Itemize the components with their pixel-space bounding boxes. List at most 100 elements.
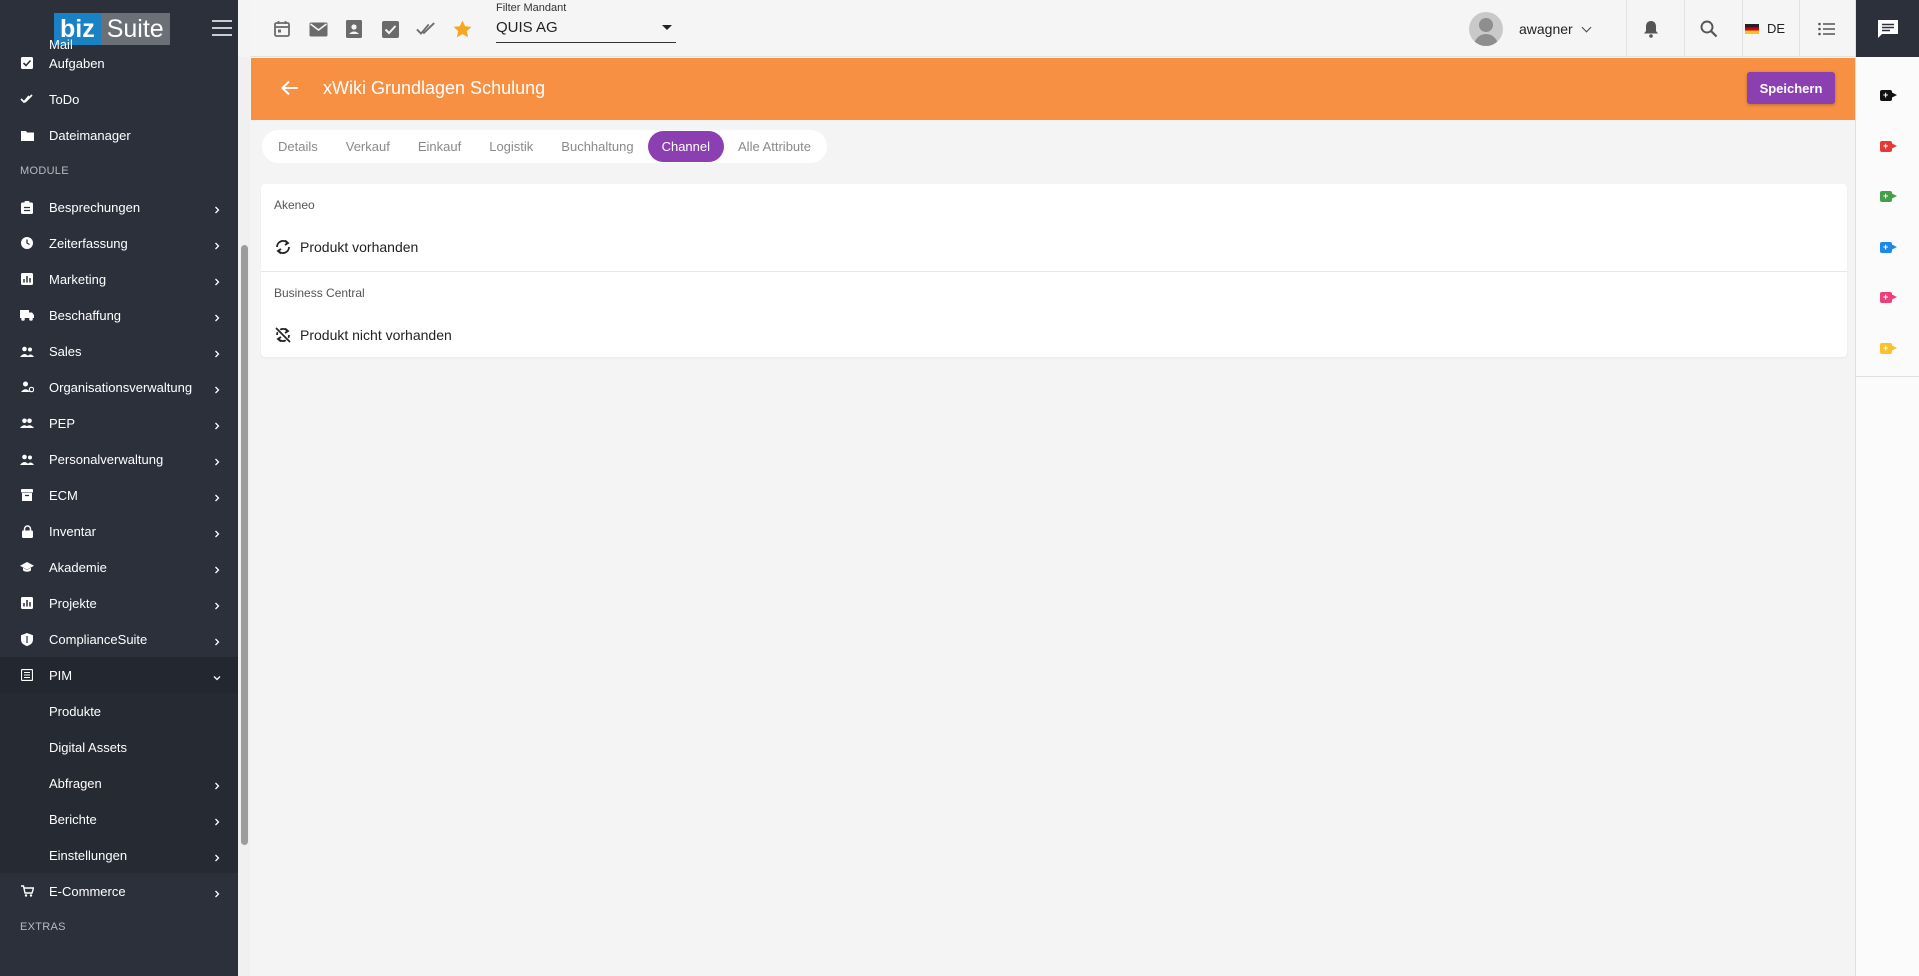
top-bar: Filter Mandant QUIS AG awagner DE: [250, 0, 1855, 57]
tab-verkauf[interactable]: Verkauf: [332, 131, 404, 162]
chevron-right-icon: [213, 310, 221, 322]
cart-icon: [20, 884, 34, 898]
tab-logistik[interactable]: Logistik: [475, 131, 547, 162]
sidebar-scrollbar-thumb[interactable]: [241, 245, 248, 845]
sidebar-item-ecommerce[interactable]: E-Commerce: [0, 873, 238, 909]
channel-status-text: Produkt vorhanden: [300, 239, 419, 255]
chevron-right-icon: [213, 238, 221, 250]
truck-icon: [20, 308, 34, 322]
sidebar-item-aufgaben[interactable]: Aufgaben: [0, 45, 238, 81]
video-call-icon[interactable]: +: [1880, 90, 1897, 101]
tab-alle-attribute[interactable]: Alle Attribute: [724, 131, 825, 162]
sidebar-heading-extras: EXTRAS: [20, 921, 66, 933]
video-call-icon[interactable]: +: [1880, 140, 1897, 152]
channel-status: Produkt nicht vorhanden: [274, 326, 452, 344]
people-icon: [20, 452, 34, 466]
sidebar-subitem-einstellungen[interactable]: Einstellungen: [0, 837, 238, 873]
tab-details[interactable]: Details: [264, 131, 332, 162]
tab-bar: Details Verkauf Einkauf Logistik Buchhaltung…: [262, 130, 828, 163]
channel-name: Akeneo: [274, 198, 315, 212]
org-icon: [20, 380, 34, 394]
sidebar-item-sales[interactable]: Sales: [0, 333, 238, 369]
chevron-right-icon: [213, 490, 221, 502]
sidebar-item-personalverwaltung[interactable]: Personalverwaltung: [0, 441, 238, 477]
divider: [1856, 376, 1919, 377]
done-all-icon[interactable]: [416, 19, 436, 39]
sidebar-item-label: Sales: [49, 343, 82, 359]
list-view-icon[interactable]: [1817, 19, 1837, 39]
sidebar-item-besprechungen[interactable]: Besprechungen: [0, 189, 238, 225]
sidebar-item-compliancesuite[interactable]: ComplianceSuite: [0, 621, 238, 657]
sidebar-subitem-produkte[interactable]: Produkte: [0, 693, 238, 729]
dropdown-caret-icon: [662, 25, 672, 30]
sidebar-item-pim[interactable]: PIM: [0, 657, 238, 693]
sidebar-item-akademie[interactable]: Akademie: [0, 549, 238, 585]
sidebar-subitem-abfragen[interactable]: Abfragen: [0, 765, 238, 801]
tab-channel[interactable]: Channel: [647, 131, 725, 162]
sidebar-item-label: Akademie: [49, 559, 107, 575]
sidebar-item-marketing[interactable]: Marketing: [0, 261, 238, 297]
sidebar-item-label: ECM: [49, 487, 78, 503]
video-call-icon[interactable]: +: [1880, 241, 1897, 253]
folder-icon: [20, 128, 34, 142]
video-call-icon[interactable]: +: [1880, 342, 1897, 354]
calendar-icon[interactable]: [272, 19, 292, 39]
language-selector[interactable]: DE: [1745, 21, 1785, 36]
sidebar-nav: Mail Aufgaben ToDo Dateimanager MODULE B…: [0, 37, 238, 945]
username: awagner: [1519, 21, 1573, 37]
sidebar-subitem-berichte[interactable]: Berichte: [0, 801, 238, 837]
tab-buchhaltung[interactable]: Buchhaltung: [547, 131, 647, 162]
school-icon: [20, 560, 34, 574]
search-icon[interactable]: [1699, 19, 1719, 39]
mail-icon[interactable]: [308, 19, 328, 39]
star-icon[interactable]: [452, 19, 472, 39]
sync-disabled-icon: [274, 326, 292, 344]
sidebar-item-pep[interactable]: PEP: [0, 405, 238, 441]
channel-section-business-central: Business Central Produkt nicht vorhanden: [261, 271, 1847, 358]
list-icon: [20, 668, 34, 682]
logo-suite: Suite: [100, 12, 170, 45]
channel-name: Business Central: [274, 286, 365, 300]
chevron-right-icon: [213, 562, 221, 574]
clock-icon: [20, 236, 34, 250]
sidebar-item-label: ToDo: [49, 91, 80, 107]
sidebar-item-label: E-Commerce: [49, 883, 126, 899]
sync-icon: [276, 239, 290, 255]
archive-icon: [20, 488, 34, 502]
sidebar: biz Suite Mail Aufgaben ToDo Dateimanage…: [0, 0, 238, 976]
checkbox-icon[interactable]: [380, 19, 400, 39]
contacts-icon[interactable]: [344, 19, 364, 39]
sidebar-item-label: Besprechungen: [49, 199, 141, 215]
sidebar-item-zeiterfassung[interactable]: Zeiterfassung: [0, 225, 238, 261]
sidebar-item-label: Personalverwaltung: [49, 451, 164, 467]
sidebar-item-label: Projekte: [49, 595, 97, 611]
sidebar-subitem-digital-assets[interactable]: Digital Assets: [0, 729, 238, 765]
save-button[interactable]: Speichern: [1747, 72, 1835, 104]
back-arrow-icon[interactable]: [281, 80, 299, 96]
sidebar-item-label: ComplianceSuite: [49, 631, 148, 647]
chevron-right-icon: [213, 418, 221, 430]
sidebar-item-ecm[interactable]: ECM: [0, 477, 238, 513]
video-call-icon[interactable]: +: [1880, 191, 1897, 202]
sidebar-item-label: Inventar: [49, 523, 96, 539]
sidebar-item-label: Aufgaben: [49, 55, 105, 71]
bell-icon[interactable]: [1641, 19, 1661, 39]
filter-mandant-select[interactable]: QUIS AG: [496, 17, 676, 43]
sidebar-item-projekte[interactable]: Projekte: [0, 585, 238, 621]
sidebar-item-label: Marketing: [49, 271, 107, 287]
channel-section-akeneo: Akeneo Produkt vorhanden: [261, 184, 1847, 271]
sidebar-item-organisationsverwaltung[interactable]: Organisationsverwaltung: [0, 369, 238, 405]
chat-icon[interactable]: [1856, 0, 1919, 57]
sidebar-item-label: Beschaffung: [49, 307, 122, 323]
video-call-icon[interactable]: +: [1880, 292, 1897, 303]
channel-status: Produkt vorhanden: [274, 238, 418, 256]
user-menu[interactable]: awagner: [1469, 11, 1592, 47]
sidebar-item-beschaffung[interactable]: Beschaffung: [0, 297, 238, 333]
sidebar-item-todo[interactable]: ToDo: [0, 81, 238, 117]
tab-einkauf[interactable]: Einkauf: [404, 131, 475, 162]
menu-toggle-icon[interactable]: [212, 20, 232, 36]
check-icon: [20, 92, 34, 106]
sidebar-item-dateimanager[interactable]: Dateimanager: [0, 117, 238, 153]
sidebar-item-inventar[interactable]: Inventar: [0, 513, 238, 549]
filter-mandant-label: Filter Mandant: [496, 2, 567, 14]
